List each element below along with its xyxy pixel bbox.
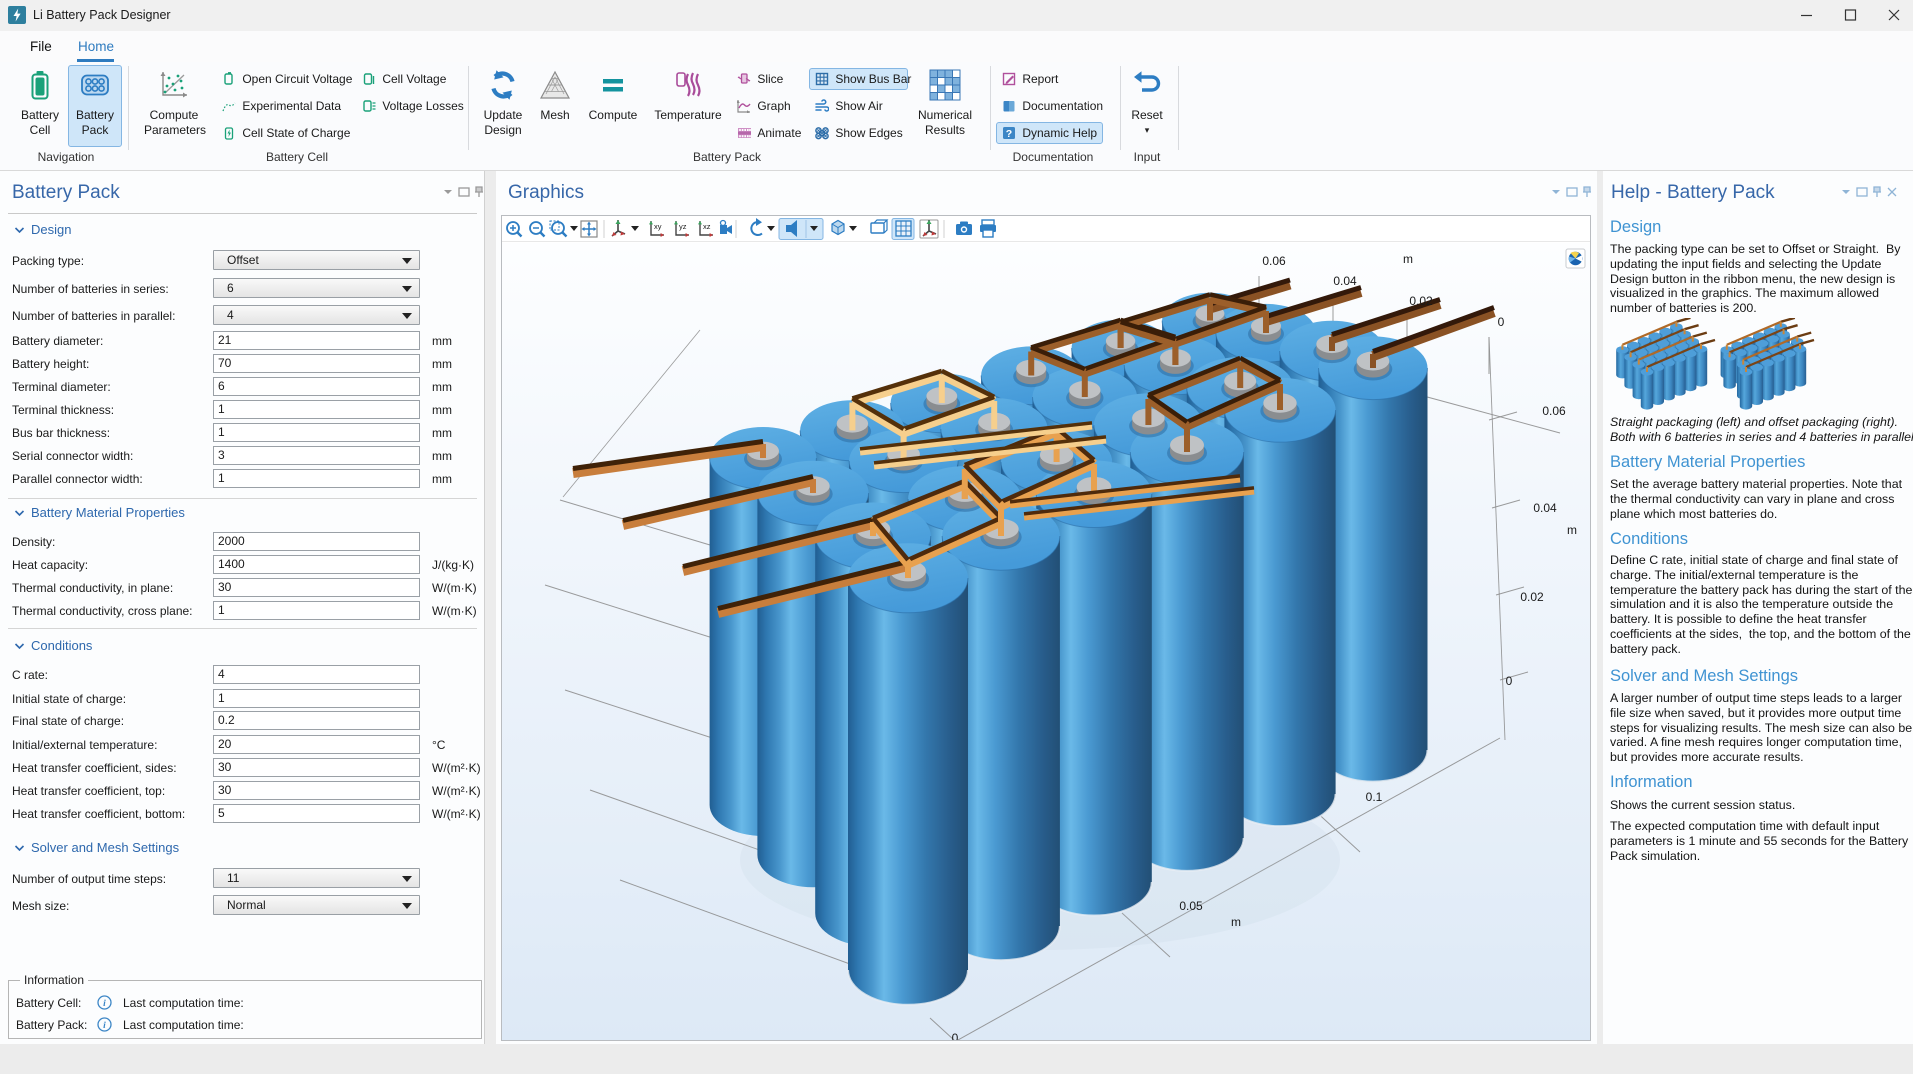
svg-text:i: i [103, 999, 106, 1009]
svg-text:xz: xz [703, 222, 711, 231]
svg-text:0.02: 0.02 [1520, 590, 1544, 604]
svg-text:0.06: 0.06 [1262, 254, 1286, 268]
svg-text:xy: xy [654, 222, 662, 231]
svg-text:0: 0 [1506, 674, 1513, 688]
svg-text:0.02: 0.02 [1409, 294, 1433, 308]
svg-text:m: m [1231, 915, 1241, 929]
svg-text:0.05: 0.05 [1179, 899, 1203, 913]
svg-text:0.04: 0.04 [1533, 501, 1557, 515]
svg-text:?: ? [1006, 128, 1012, 140]
svg-text:m: m [1403, 252, 1413, 266]
svg-text:0.04: 0.04 [1333, 274, 1357, 288]
svg-text:0: 0 [952, 1031, 959, 1040]
svg-text:m: m [1567, 523, 1577, 537]
svg-text:0.06: 0.06 [1542, 404, 1566, 418]
svg-text:yz: yz [679, 222, 687, 231]
svg-text:0.1: 0.1 [1366, 790, 1383, 804]
svg-text:0: 0 [1498, 315, 1505, 329]
svg-text:i: i [103, 1021, 106, 1031]
